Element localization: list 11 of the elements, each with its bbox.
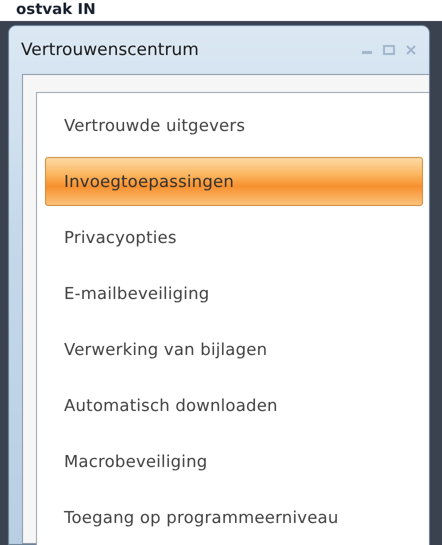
nav-item[interactable]: Invoegtoepassingen: [45, 157, 423, 206]
nav-item[interactable]: Toegang op programmeerniveau: [45, 493, 423, 542]
window-title: Vertrouwenscentrum: [21, 40, 200, 60]
maximize-icon[interactable]: [383, 45, 395, 55]
nav-item[interactable]: Privacyopties: [45, 213, 423, 262]
close-icon[interactable]: [405, 45, 417, 55]
nav-item[interactable]: Vertrouwde uitgevers: [45, 101, 423, 150]
nav-item[interactable]: E-mailbeveiliging: [45, 269, 423, 318]
nav-item[interactable]: Verwerking van bijlagen: [45, 325, 423, 374]
nav-item[interactable]: Macrobeveiliging: [45, 437, 423, 486]
nav-item[interactable]: Automatisch downloaden: [45, 381, 423, 430]
